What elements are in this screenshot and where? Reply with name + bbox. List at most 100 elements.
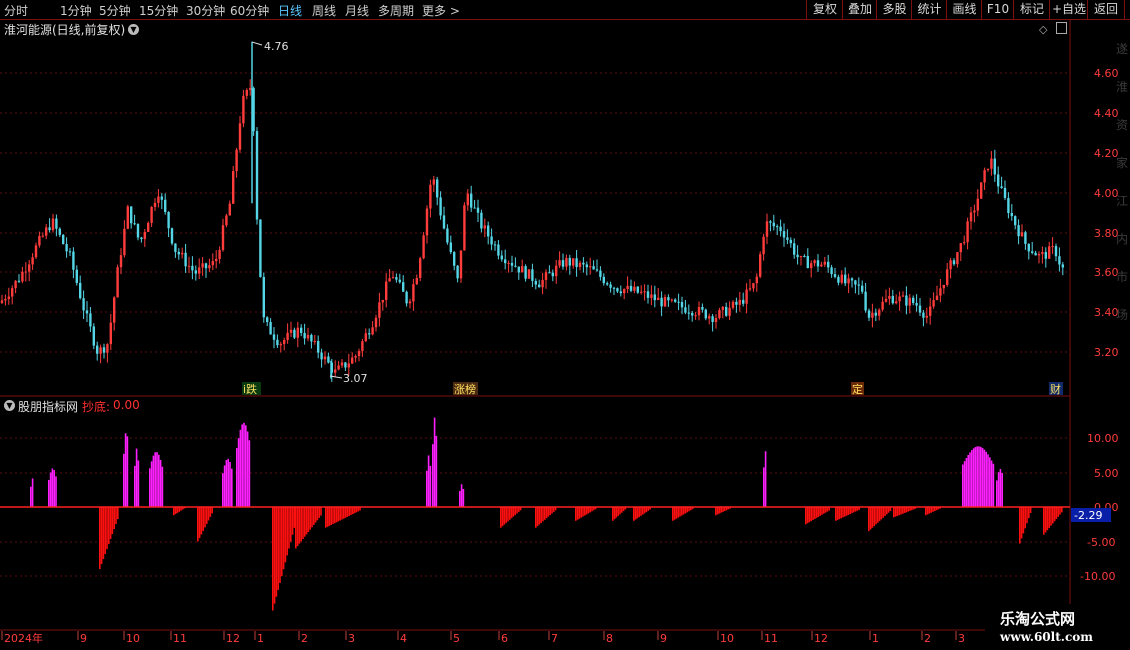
candle-body — [320, 352, 323, 360]
indicator-bar-negative — [824, 507, 827, 513]
candle-body — [867, 310, 871, 318]
event-tag-rank[interactable]: 涨榜 — [454, 382, 476, 396]
candle-body — [7, 296, 10, 299]
candle-body — [963, 242, 966, 244]
candle-body — [820, 264, 823, 267]
candle-body — [187, 265, 191, 267]
candle-body — [41, 235, 44, 237]
candle-body — [1010, 213, 1013, 217]
indicator-bar-positive — [225, 460, 228, 507]
candle-body — [544, 272, 548, 280]
indicator-bar-negative — [1055, 507, 1058, 520]
indicator-bar-negative — [100, 507, 103, 565]
candle-body — [1031, 251, 1034, 253]
indicator-bar-negative — [878, 507, 881, 522]
candle-body — [823, 261, 826, 265]
candle-body — [28, 264, 31, 272]
event-tag-fixed[interactable]: 定 — [852, 382, 863, 396]
candle-body — [884, 298, 888, 302]
candle-body — [228, 203, 231, 216]
event-tag-drop[interactable]: i跌 — [243, 382, 257, 396]
indicator-bar-negative — [887, 507, 890, 513]
candle-body — [813, 260, 816, 264]
candle-body — [779, 226, 782, 232]
candle-body — [249, 88, 252, 90]
candlestick-series — [0, 41, 1064, 382]
indicator-bar-negative — [115, 507, 117, 525]
candle-body — [58, 228, 61, 235]
indicator-bar-positive — [990, 460, 993, 507]
time-label: 4 — [400, 632, 407, 645]
candle-body — [293, 329, 296, 338]
candle-body — [204, 263, 208, 269]
candle-body — [558, 260, 561, 266]
chart-canvas[interactable]: 4.60 4.40 4.20 4.00 3.80 3.60 3.40 3.20 … — [0, 0, 1130, 650]
candle-body — [92, 326, 95, 346]
candle-body — [439, 197, 442, 216]
candle-body — [65, 244, 68, 252]
indicator-title[interactable]: 股朋指标网 — [18, 398, 78, 415]
candle-body — [840, 274, 843, 283]
indicator-bar-negative — [202, 507, 204, 531]
time-label: 2024年 — [4, 631, 43, 645]
candle-body — [34, 245, 38, 258]
candle-body — [589, 266, 592, 268]
candle-body — [725, 306, 728, 316]
indicator-bar-negative — [882, 507, 884, 518]
indicator-bar-positive — [460, 484, 463, 507]
candle-body — [776, 226, 779, 228]
candle-body — [891, 295, 894, 304]
candle-body — [643, 291, 646, 293]
indicator-bar-negative — [279, 507, 281, 583]
indicator-bar-negative — [875, 507, 877, 525]
candle-body — [905, 295, 908, 306]
candle-body — [38, 236, 41, 246]
indicator-bar-negative — [634, 507, 637, 520]
candle-body — [215, 258, 218, 262]
candle-body — [259, 219, 262, 278]
watermark-line2: www.60lt.com — [1000, 630, 1093, 644]
candle-body — [493, 244, 497, 246]
indicator-bar-negative — [325, 507, 327, 528]
event-tag-finance[interactable]: 财 — [1050, 382, 1061, 396]
time-label: 5 — [453, 632, 460, 645]
candle-body — [541, 279, 544, 288]
indicator-bar-positive — [981, 447, 984, 507]
indicator-bar-positive — [154, 452, 156, 507]
candle-body — [419, 258, 422, 278]
candle-body — [425, 208, 429, 236]
indicator-dropdown-icon[interactable]: ▼ — [4, 400, 15, 411]
indicator-bar-negative — [575, 507, 577, 521]
indicator-bar-negative — [320, 507, 322, 516]
indicator-bar-negative — [291, 507, 294, 535]
candle-body — [429, 184, 432, 209]
indicator-bar-negative — [509, 507, 511, 520]
indicator-bar-negative — [1044, 507, 1047, 533]
indicator-bar-negative — [720, 507, 722, 513]
candle-body — [806, 256, 809, 269]
indicator-bar-negative — [544, 507, 546, 520]
indicator-bar-positive — [997, 472, 1000, 507]
indicator-bar-negative — [812, 507, 814, 521]
candle-body — [980, 182, 983, 199]
indicator-bar-negative — [341, 507, 343, 520]
candle-body — [572, 258, 575, 266]
candle-body — [946, 269, 949, 285]
indicator-bar-positive — [53, 470, 55, 507]
candle-body — [993, 158, 996, 175]
candle-body — [1041, 252, 1044, 254]
indicator-bar-negative — [617, 507, 619, 516]
candle-body — [612, 287, 616, 289]
indicator-bar-negative — [273, 507, 276, 604]
indicator-bar-positive — [134, 465, 136, 507]
indicator-bar-negative — [1048, 507, 1050, 528]
candle-body — [997, 174, 1000, 187]
low-label: 3.07 — [343, 372, 368, 385]
indicator-bar-positive — [1001, 472, 1003, 507]
candle-body — [949, 260, 952, 270]
indicator-bar-negative — [718, 507, 721, 514]
candle-body — [1014, 216, 1017, 226]
candle-body — [568, 257, 571, 266]
indicator-bar-negative — [545, 507, 548, 519]
indicator-bar-negative — [898, 507, 900, 516]
